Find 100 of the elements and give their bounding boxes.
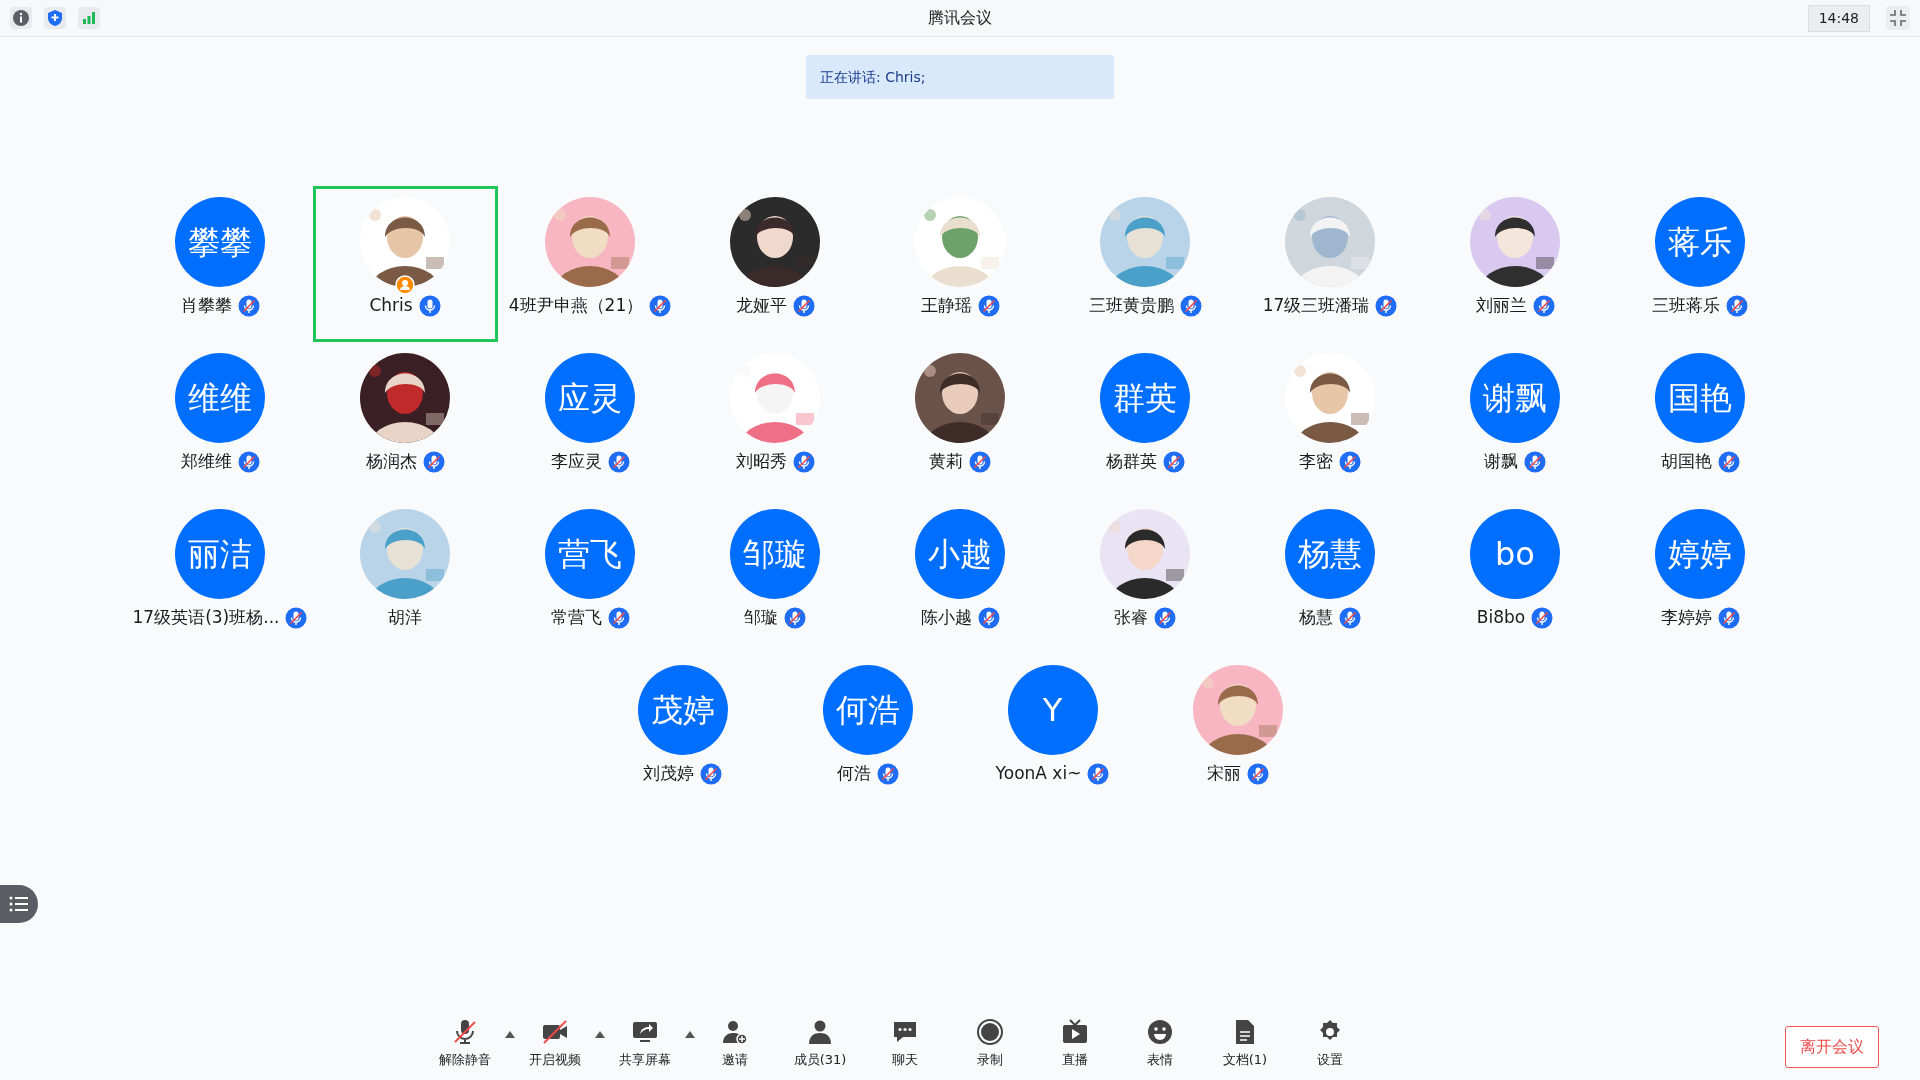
- participant-tile[interactable]: 胡洋: [312, 498, 498, 654]
- participant-name: 杨润杰: [365, 450, 417, 474]
- participant-tile[interactable]: 蒋乐 三班蒋乐: [1607, 186, 1793, 342]
- shield-icon[interactable]: [44, 7, 66, 29]
- participant-name: 胡国艳: [1660, 450, 1712, 474]
- toolbar-button[interactable]: 开启视频: [520, 1018, 590, 1070]
- participant-name: 杨群英: [1105, 450, 1157, 474]
- smiley-icon: [1146, 1018, 1174, 1046]
- participant-name: 张睿: [1114, 606, 1148, 630]
- participant-name: 刘茂婷: [643, 762, 694, 786]
- participant-name: Chris: [369, 294, 413, 318]
- participant-name: 李密: [1299, 450, 1333, 474]
- avatar: 营飞: [545, 509, 635, 599]
- leave-meeting-button[interactable]: 离开会议: [1785, 1026, 1879, 1068]
- participant-tile[interactable]: 丽洁 17级英语(3)班杨...: [127, 498, 313, 654]
- participant-name: 龙娅平: [735, 294, 787, 318]
- participant-tile[interactable]: 营飞 常营飞: [497, 498, 683, 654]
- participant-tile[interactable]: 邹璇 邹璇: [682, 498, 868, 654]
- participant-name: 黄莉: [929, 450, 963, 474]
- participant-name: 胡洋: [388, 606, 422, 630]
- participant-name: Bi8bo: [1476, 606, 1526, 630]
- participant-tile[interactable]: 黄莉: [867, 342, 1053, 498]
- meeting-time: 14:48: [1807, 4, 1870, 32]
- participant-name: 何浩: [836, 762, 871, 786]
- avatar: 杨慧: [1285, 509, 1375, 599]
- participant-tile[interactable]: 小越 陈小越: [867, 498, 1053, 654]
- caret-icon[interactable]: [685, 1031, 695, 1038]
- participant-tile[interactable]: 刘丽兰: [1422, 186, 1608, 342]
- participant-name: 李婷婷: [1660, 606, 1712, 630]
- toolbar-button[interactable]: 设置: [1295, 1018, 1365, 1070]
- participant-tile[interactable]: 国艳 胡国艳: [1607, 342, 1793, 498]
- list-toggle-button[interactable]: [0, 885, 38, 923]
- avatar: 应灵: [545, 353, 635, 443]
- participant-tile[interactable]: 维维 郑维维: [127, 342, 313, 498]
- person-icon: [806, 1018, 834, 1046]
- avatar: 国艳: [1655, 353, 1745, 443]
- avatar: 群英: [1100, 353, 1190, 443]
- participant-tile[interactable]: 刘昭秀: [682, 342, 868, 498]
- participant-tile[interactable]: 宋丽: [1145, 654, 1330, 810]
- avatar: bo: [1470, 509, 1560, 599]
- participant-name: 邹璇: [744, 606, 778, 630]
- toolbar-button[interactable]: 文档(1): [1210, 1018, 1280, 1070]
- participant-tile[interactable]: 谢飘 谢飘: [1422, 342, 1608, 498]
- participant-name: 谢飘: [1484, 450, 1518, 474]
- participant-name: 陈小越: [920, 606, 972, 630]
- participant-tile[interactable]: 杨慧 杨慧: [1237, 498, 1423, 654]
- participant-tile[interactable]: 三班黄贵鹏: [1052, 186, 1238, 342]
- avatar: 邹璇: [730, 509, 820, 599]
- avatar: 何浩: [822, 665, 913, 755]
- exit-fullscreen-icon[interactable]: [1886, 6, 1910, 30]
- participant-name: 三班黄贵鹏: [1088, 294, 1174, 318]
- toolbar-button[interactable]: 成员(31): [785, 1018, 855, 1070]
- participant-tile[interactable]: 17级三班潘瑞: [1237, 186, 1423, 342]
- participant-tile[interactable]: 茂婷 刘茂婷: [590, 654, 775, 810]
- avatar: 茂婷: [637, 665, 728, 755]
- participant-name: YoonA xi~: [995, 762, 1082, 786]
- window-title: 腾讯会议: [928, 7, 992, 29]
- avatar: 维维: [175, 353, 265, 443]
- record-icon: [976, 1018, 1004, 1046]
- participant-name: 王静瑶: [920, 294, 972, 318]
- avatar: 丽洁: [175, 509, 265, 599]
- participant-name: 肖攀攀: [180, 294, 232, 318]
- caret-icon[interactable]: [595, 1031, 605, 1038]
- participant-name: 李应灵: [550, 450, 602, 474]
- tv-play-icon: [1061, 1018, 1089, 1046]
- participant-tile[interactable]: 应灵 李应灵: [497, 342, 683, 498]
- participant-name: 4班尹申燕（21）: [508, 294, 644, 318]
- participant-name: 刘丽兰: [1475, 294, 1527, 318]
- participant-name: 三班蒋乐: [1652, 294, 1720, 318]
- participant-tile[interactable]: 4班尹申燕（21）: [497, 186, 683, 342]
- participant-tile[interactable]: 王静瑶: [867, 186, 1053, 342]
- toolbar-button[interactable]: 聊天: [870, 1018, 940, 1070]
- participant-tile[interactable]: 群英 杨群英: [1052, 342, 1238, 498]
- participant-name: 刘昭秀: [735, 450, 787, 474]
- add-person-icon: [721, 1018, 749, 1046]
- participant-tile[interactable]: 张睿: [1052, 498, 1238, 654]
- toolbar-button[interactable]: 邀请: [700, 1018, 770, 1070]
- toolbar-button[interactable]: 录制: [955, 1018, 1025, 1070]
- toolbar-button[interactable]: 共享屏幕: [610, 1018, 680, 1070]
- participant-name: 宋丽: [1206, 762, 1241, 786]
- participant-name: 常营飞: [550, 606, 602, 630]
- participant-tile[interactable]: 李密: [1237, 342, 1423, 498]
- participant-tile[interactable]: 何浩 何浩: [775, 654, 960, 810]
- participant-tile[interactable]: 婷婷 李婷婷: [1607, 498, 1793, 654]
- participant-name: 17级三班潘瑞: [1262, 294, 1370, 318]
- toolbar-button[interactable]: 解除静音: [430, 1018, 500, 1070]
- participant-tile[interactable]: Chris: [312, 186, 498, 342]
- participant-tile[interactable]: Y YoonA xi~: [960, 654, 1145, 810]
- toolbar-button[interactable]: 表情: [1125, 1018, 1195, 1070]
- info-icon[interactable]: [10, 7, 32, 29]
- avatar: 蒋乐: [1655, 197, 1745, 287]
- caret-icon[interactable]: [505, 1031, 515, 1038]
- participant-name: 杨慧: [1299, 606, 1333, 630]
- participant-tile[interactable]: 杨润杰: [312, 342, 498, 498]
- avatar: 攀攀: [175, 197, 265, 287]
- participant-tile[interactable]: 攀攀 肖攀攀: [127, 186, 313, 342]
- toolbar-button[interactable]: 直播: [1040, 1018, 1110, 1070]
- avatar: 小越: [915, 509, 1005, 599]
- participant-tile[interactable]: bo Bi8bo: [1422, 498, 1608, 654]
- participant-tile[interactable]: 龙娅平: [682, 186, 868, 342]
